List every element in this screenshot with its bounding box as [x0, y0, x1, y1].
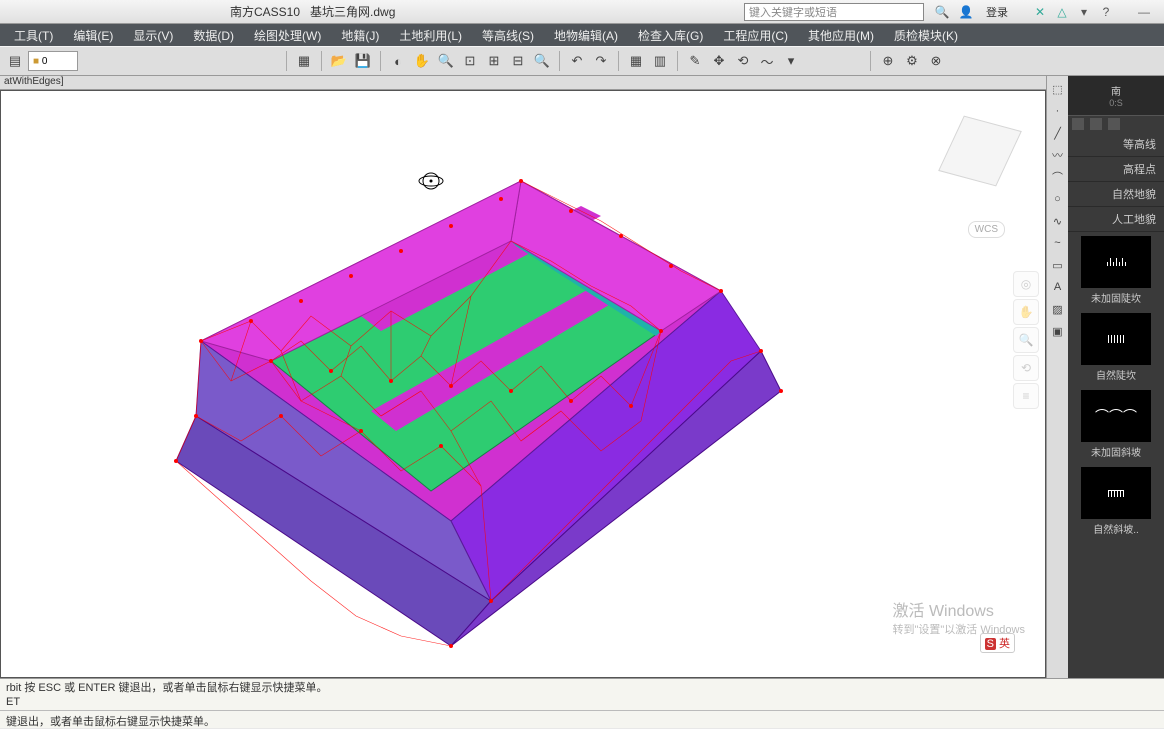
right-panel: 南 0:S 等高线 高程点 自然地貌 人工地貌 未加固陡坎 自然陡坎 ⌒⌒⌒	[1068, 76, 1164, 678]
tool-polyline-icon[interactable]: 〰	[1048, 145, 1068, 165]
menu-edit[interactable]: 编辑(E)	[63, 25, 123, 46]
dropdown-icon[interactable]: ▾	[1076, 4, 1092, 20]
menu-contour[interactable]: 等高线(S)	[472, 25, 544, 46]
menu-draw[interactable]: 绘图处理(W)	[244, 25, 331, 46]
tool-hatch-icon[interactable]: ▨	[1048, 299, 1068, 319]
nav-orbit-icon[interactable]: ⟲	[1013, 355, 1039, 381]
app-title: 南方CASS10 基坑三角网.dwg	[220, 3, 405, 20]
dropdown-icon[interactable]: ▾	[780, 50, 802, 72]
undo-icon[interactable]: ↶	[566, 50, 588, 72]
search-input[interactable]: 键入关键字或短语	[744, 3, 924, 21]
tool-rect-icon[interactable]: ▭	[1048, 255, 1068, 275]
tool-spline-icon[interactable]: ~	[1048, 233, 1068, 253]
share-icon[interactable]: △	[1054, 4, 1070, 20]
title-bar: 南方CASS10 基坑三角网.dwg 键入关键字或短语 🔍 👤 登录 ✕ △ ▾…	[0, 0, 1164, 24]
nav-pan-icon[interactable]: ✋	[1013, 299, 1039, 325]
menu-other[interactable]: 其他应用(M)	[798, 25, 884, 46]
user-icon[interactable]: 👤	[958, 4, 974, 20]
nav-bar: ◎ ✋ 🔍 ⟲ ≡	[1013, 271, 1039, 409]
gear-icon[interactable]: ⚙	[901, 50, 923, 72]
symbol-item[interactable]: ⌒⌒⌒ 未加固斜坡	[1072, 390, 1160, 459]
viewport[interactable]: WCS ◎ ✋ 🔍 ⟲ ≡ 激活 Windows 转到"设置"以激活 Windo…	[0, 90, 1046, 678]
brush-icon[interactable]: ✎	[684, 50, 706, 72]
right-toolbar: ⬚ · ╱ 〰 ⌒ ○ ∿ ~ ▭ A ▨ ▣	[1046, 76, 1068, 678]
properties-icon[interactable]: ▦	[293, 50, 315, 72]
search-icon[interactable]: 🔍	[934, 4, 950, 20]
login-button[interactable]: 登录	[982, 4, 1012, 20]
tool-point-icon[interactable]: ·	[1048, 101, 1068, 121]
menu-view[interactable]: 显示(V)	[123, 25, 183, 46]
eraser-icon[interactable]: ◐	[387, 50, 409, 72]
layer-dropdown[interactable]: ■ 0	[28, 51, 78, 71]
zoom-icon[interactable]: 🔍	[435, 50, 457, 72]
status-bar: 键退出，或者单击鼠标右键显示快捷菜单。	[0, 710, 1164, 728]
cat-elevation[interactable]: 高程点	[1068, 157, 1164, 182]
menu-engineering[interactable]: 工程应用(C)	[713, 25, 798, 46]
panel-header: 南 0:S	[1068, 76, 1164, 116]
tool-block-icon[interactable]: ▣	[1048, 321, 1068, 341]
menu-feature-edit[interactable]: 地物编辑(A)	[544, 25, 628, 46]
layer-icon[interactable]: ▤	[4, 50, 26, 72]
rotate-icon[interactable]: ⟲	[732, 50, 754, 72]
menu-cadastre[interactable]: 地籍(J)	[331, 25, 389, 46]
tool-text-icon[interactable]: A	[1048, 277, 1068, 297]
menu-qc[interactable]: 质检模块(K)	[884, 25, 968, 46]
zoom-realtime-icon[interactable]: 🔍	[531, 50, 553, 72]
menu-tools[interactable]: 工具(T)	[4, 25, 63, 46]
ime-badge[interactable]: S 英	[980, 633, 1015, 653]
command-line[interactable]: rbit 按 ESC 或 ENTER 键退出，或者单击鼠标右键显示快捷菜单。 E…	[0, 678, 1164, 710]
globe-icon[interactable]: ⊕	[877, 50, 899, 72]
measure-icon[interactable]: 〜	[756, 50, 778, 72]
menu-bar: 工具(T) 编辑(E) 显示(V) 数据(D) 绘图处理(W) 地籍(J) 土地…	[0, 24, 1164, 46]
tool-curve-icon[interactable]: ∿	[1048, 211, 1068, 231]
menu-landuse[interactable]: 土地利用(L)	[389, 25, 472, 46]
wcs-label[interactable]: WCS	[968, 221, 1005, 238]
sync-icon[interactable]: ⊗	[925, 50, 947, 72]
zoom-window-icon[interactable]: ⊞	[483, 50, 505, 72]
table-icon[interactable]: ▥	[649, 50, 671, 72]
viewport-tab: atWithEdges]	[0, 76, 1046, 90]
tab-grid-icon[interactable]	[1090, 118, 1102, 130]
tool-select-icon[interactable]: ⬚	[1048, 79, 1068, 99]
zoom-extents-icon[interactable]: ⊡	[459, 50, 481, 72]
tab-pin-icon[interactable]	[1108, 118, 1120, 130]
move-icon[interactable]: ✥	[708, 50, 730, 72]
minimize-button[interactable]: —	[1124, 5, 1164, 19]
grid-icon[interactable]: ▦	[625, 50, 647, 72]
toolbar: ▤ ■ 0 ▦ 📂 💾 ◐ ✋ 🔍 ⊡ ⊞ ⊟ 🔍 ↶ ↷ ▦ ▥ ✎ ✥ ⟲ …	[0, 46, 1164, 76]
zoom-prev-icon[interactable]: ⊟	[507, 50, 529, 72]
pan-icon[interactable]: ✋	[411, 50, 433, 72]
tool-arc-icon[interactable]: ⌒	[1048, 167, 1068, 187]
panel-tabs	[1068, 116, 1164, 132]
nav-zoom-icon[interactable]: 🔍	[1013, 327, 1039, 353]
symbol-grid: 未加固陡坎 自然陡坎 ⌒⌒⌒ 未加固斜坡 自然斜坡..	[1068, 232, 1164, 678]
tool-circle-icon[interactable]: ○	[1048, 189, 1068, 209]
exchange-icon[interactable]: ✕	[1032, 4, 1048, 20]
view-cube[interactable]	[935, 111, 1025, 201]
menu-data[interactable]: 数据(D)	[183, 25, 244, 46]
cat-contour[interactable]: 等高线	[1068, 132, 1164, 157]
menu-check[interactable]: 检查入库(G)	[628, 25, 713, 46]
cat-artificial[interactable]: 人工地貌	[1068, 207, 1164, 232]
tool-line-icon[interactable]: ╱	[1048, 123, 1068, 143]
symbol-item[interactable]: 未加固陡坎	[1072, 236, 1160, 305]
tab-list-icon[interactable]	[1072, 118, 1084, 130]
model-3d	[101, 121, 801, 661]
nav-more-icon[interactable]: ≡	[1013, 383, 1039, 409]
help-icon[interactable]: ?	[1098, 4, 1114, 20]
windows-watermark: 激活 Windows 转到"设置"以激活 Windows	[893, 597, 1026, 637]
redo-icon[interactable]: ↷	[590, 50, 612, 72]
cat-natural[interactable]: 自然地貌	[1068, 182, 1164, 207]
orbit-cursor-icon	[419, 173, 443, 189]
open-icon[interactable]: 📂	[328, 50, 350, 72]
symbol-item[interactable]: 自然斜坡..	[1072, 467, 1160, 536]
save-icon[interactable]: 💾	[352, 50, 374, 72]
symbol-item[interactable]: 自然陡坎	[1072, 313, 1160, 382]
nav-wheel-icon[interactable]: ◎	[1013, 271, 1039, 297]
